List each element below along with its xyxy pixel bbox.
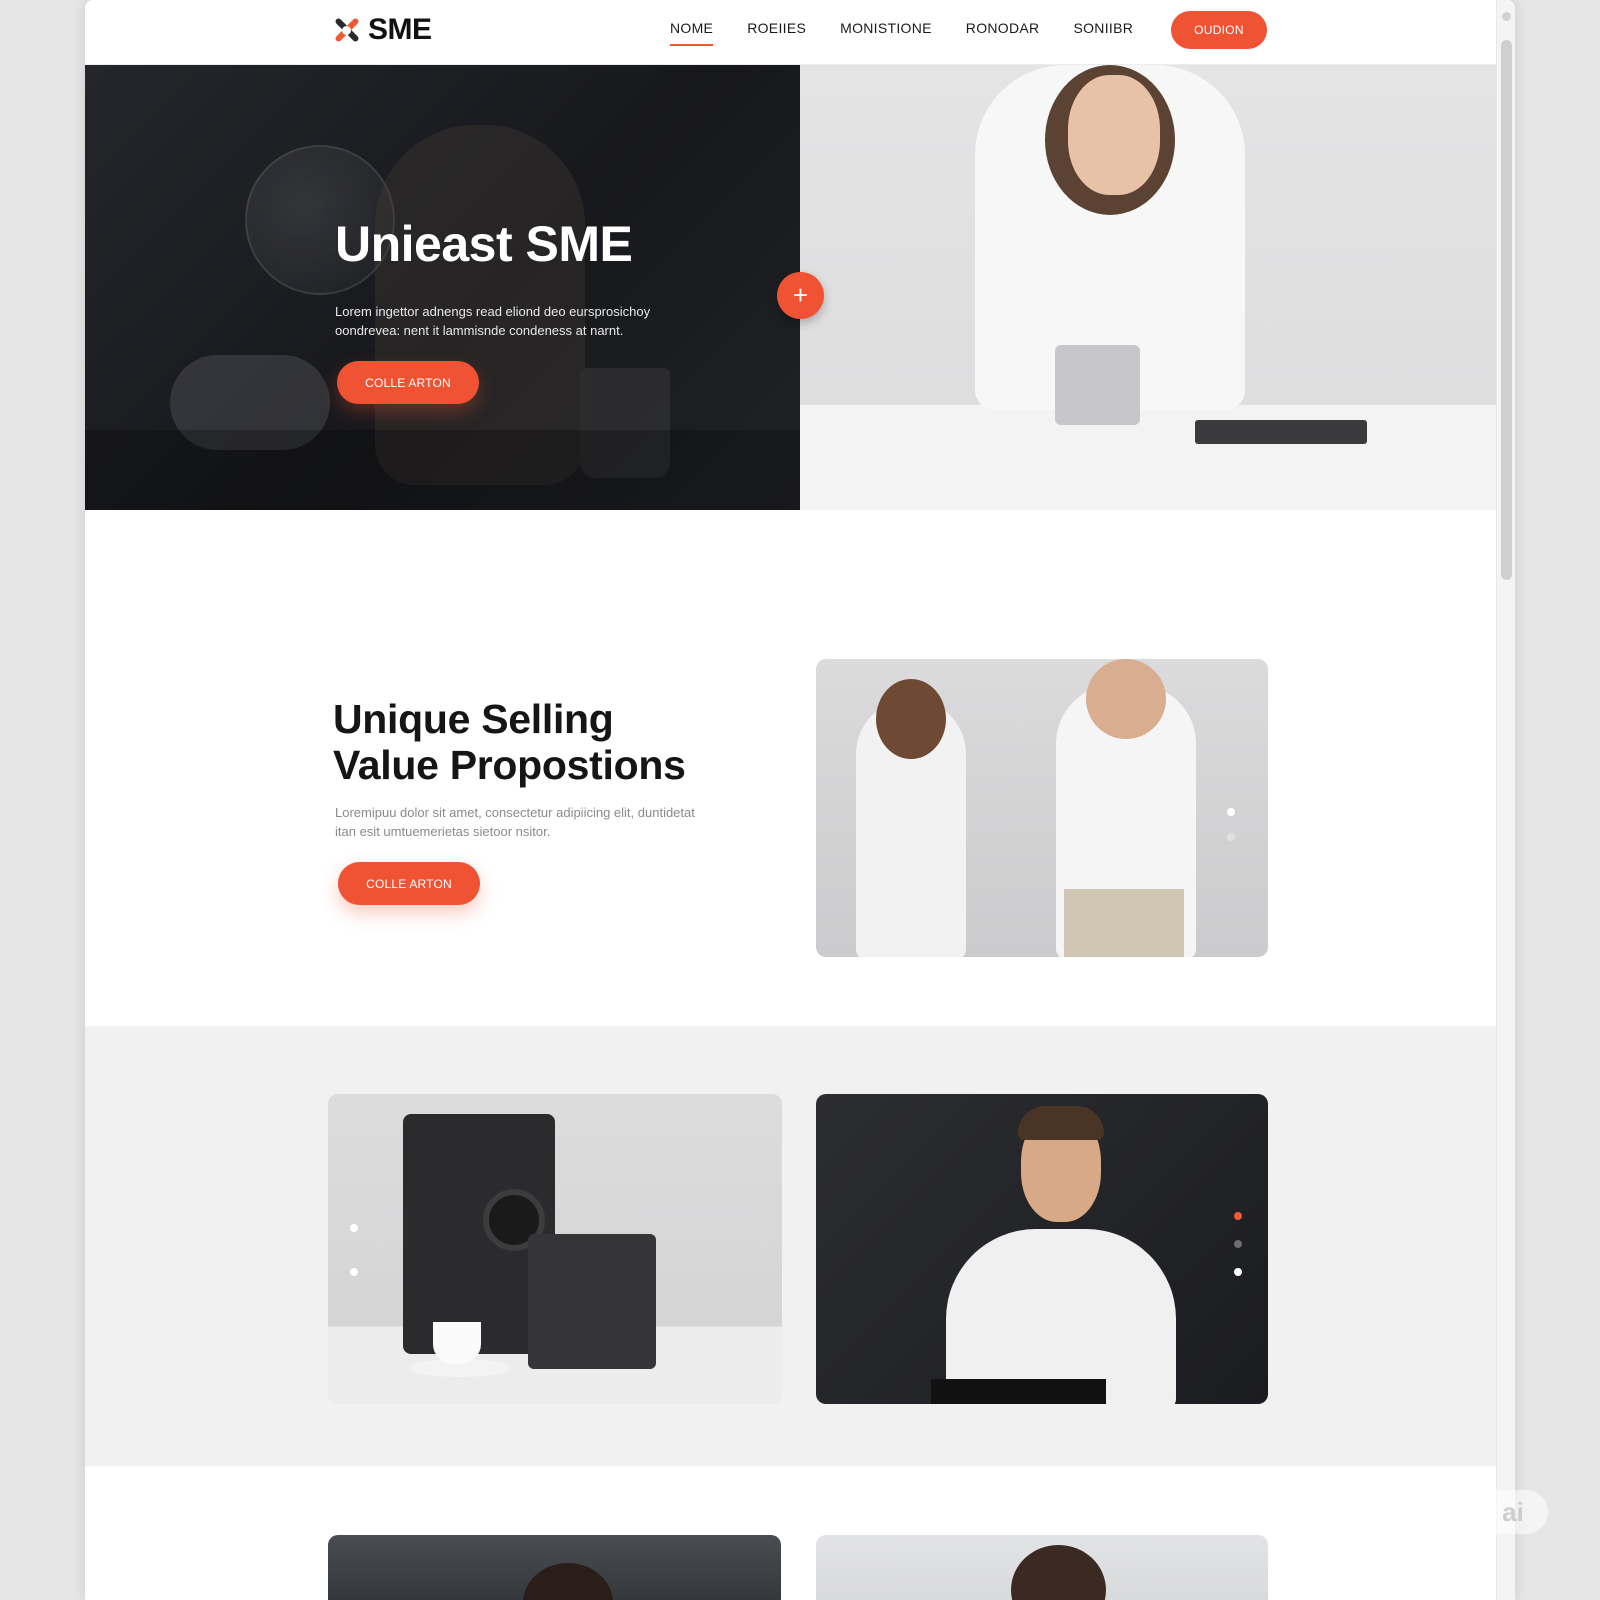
nav-item-4[interactable]: RONODAR — [966, 20, 1040, 36]
photo-woman-dark — [328, 1535, 781, 1600]
hero-photo-woman-tablet — [800, 65, 1496, 510]
woman-hair — [523, 1563, 613, 1600]
woman-hair — [1011, 1545, 1106, 1600]
carousel-dot[interactable] — [1234, 1240, 1242, 1248]
photo-handshake — [816, 659, 1268, 957]
carousel-dot[interactable] — [1227, 833, 1235, 841]
photo-woman-head — [876, 679, 946, 759]
browser-window: SME NOME ROEIIES MONISTIONE RONODAR SONI… — [85, 0, 1515, 1600]
nav-item-2[interactable]: ROEIIES — [747, 20, 806, 36]
carousel-dot[interactable] — [1227, 808, 1235, 816]
usp-description: Loremipuu dolor sit amet, consectetur ad… — [335, 805, 695, 839]
scroll-up-arrow[interactable] — [1502, 12, 1511, 21]
nav-item-3[interactable]: MONISTIONE — [840, 20, 932, 36]
site-header: SME NOME ROEIIES MONISTIONE RONODAR SONI… — [85, 0, 1496, 65]
man-shirt — [946, 1229, 1176, 1404]
photo-smiling-man — [816, 1094, 1268, 1404]
logo[interactable]: SME — [330, 12, 432, 48]
notebook — [1195, 420, 1367, 444]
photo-woman-light — [816, 1535, 1268, 1600]
carousel-dot[interactable] — [350, 1224, 358, 1232]
photo-man-head — [1086, 659, 1166, 739]
coffee-cup — [433, 1322, 481, 1364]
hero-description: Lorem ingettor adnengs read eliond deo e… — [335, 304, 651, 338]
hero-photo-floor — [85, 430, 800, 510]
nav-item-home[interactable]: NOME — [670, 20, 714, 46]
main-nav: NOME ROEIIES MONISTIONE RONODAR SONIIBR — [670, 20, 1133, 46]
usp-title: Unique Selling Value Propostions — [333, 696, 686, 788]
hero-panel: Unieast SME Lorem ingettor adnengs read … — [85, 65, 800, 510]
header-cta-button[interactable]: OUDION — [1171, 11, 1267, 49]
ai-watermark: ai — [1478, 1490, 1548, 1534]
laptop — [931, 1379, 1106, 1404]
person-face — [1068, 75, 1160, 195]
photo-man-pants — [1064, 889, 1184, 957]
carousel-dot-active[interactable] — [1234, 1212, 1242, 1220]
sme-logo-icon — [330, 12, 362, 48]
photo-speakers — [328, 1094, 782, 1404]
gallery-section — [85, 1026, 1496, 1466]
scroll-thumb[interactable] — [1501, 40, 1512, 580]
man-hair — [1018, 1106, 1104, 1140]
nav-item-5[interactable]: SONIIBR — [1073, 20, 1133, 36]
logo-text: SME — [368, 13, 432, 46]
usp-cta-button[interactable]: COLLE ARTON — [338, 862, 480, 905]
desk — [800, 405, 1496, 510]
hero-title: Unieast SME — [335, 216, 633, 272]
carousel-dot[interactable] — [1234, 1268, 1242, 1276]
usp-title-line1: Unique Selling — [333, 696, 614, 742]
speaker-small — [528, 1234, 656, 1369]
hero-cta-button[interactable]: COLLE ARTON — [337, 361, 479, 404]
tablet — [1055, 345, 1140, 425]
usp-title-line2: Value Propostions — [333, 742, 686, 788]
vertical-scrollbar[interactable] — [1496, 0, 1515, 1600]
plus-icon[interactable]: + — [777, 272, 824, 319]
carousel-dot[interactable] — [350, 1268, 358, 1276]
